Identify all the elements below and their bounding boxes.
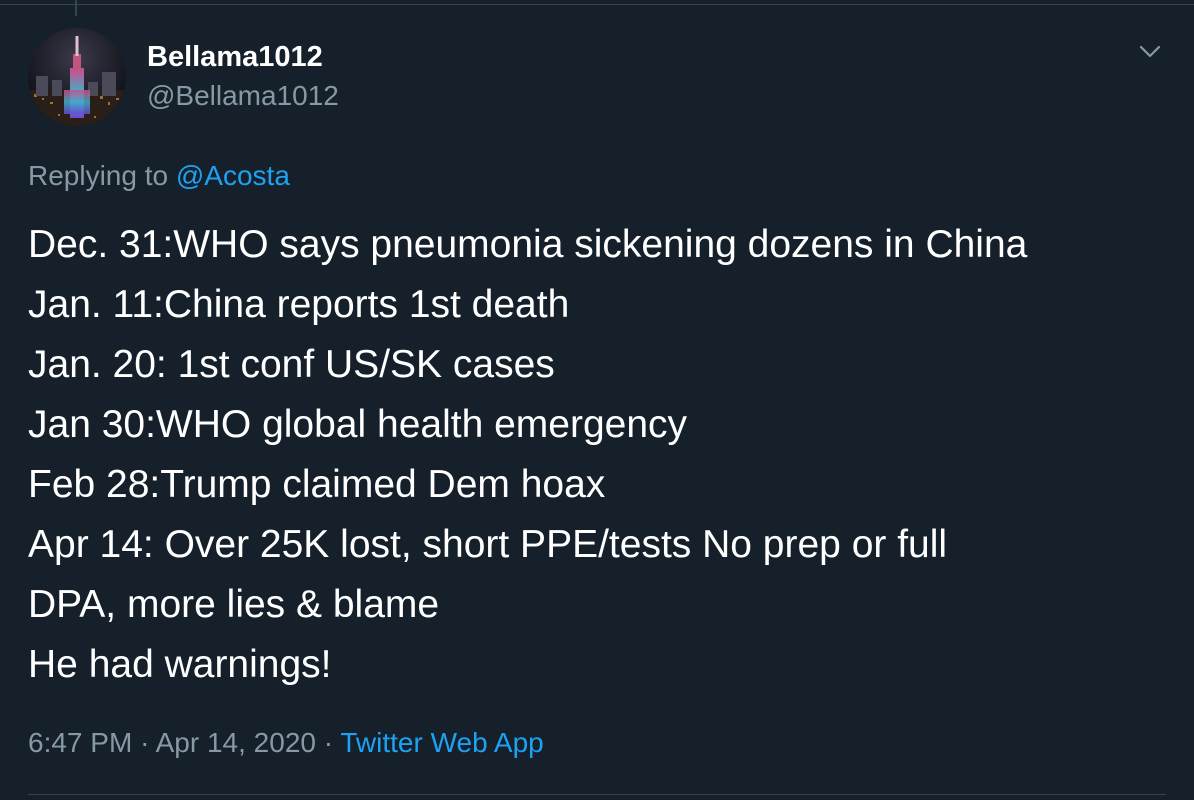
author-display-name[interactable]: Bellama1012 — [147, 40, 323, 74]
chevron-down-icon[interactable] — [1134, 36, 1166, 68]
tweet-text-line: Jan. 20: 1st conf US/SK cases — [28, 343, 555, 386]
tweet-text-line: Jan 30:WHO global health emergency — [28, 403, 688, 446]
tweet-date-link[interactable]: Apr 14, 2020 — [156, 727, 316, 758]
author-handle[interactable]: @Bellama1012 — [147, 80, 339, 112]
avatar[interactable] — [28, 28, 126, 126]
tweet-source-link[interactable]: Twitter Web App — [340, 727, 543, 758]
tweet-metadata: 6:47 PM · Apr 14, 2020 · Twitter Web App — [28, 726, 544, 760]
replying-to-label: Replying to — [28, 160, 169, 191]
tweet-text-line: Apr 14: Over 25K lost, short PPE/tests N… — [28, 523, 948, 566]
tweet-text-line: Jan. 11:China reports 1st death — [28, 283, 570, 326]
tweet-text-line: Feb 28:Trump claimed Dem hoax — [28, 463, 606, 506]
thread-connector-line — [75, 0, 77, 16]
tweet-text-line: DPA, more lies & blame — [28, 583, 440, 626]
tweet-text: Dec. 31:WHO says pneumonia sickening doz… — [28, 215, 1178, 695]
replying-to-line: Replying to @Acosta — [28, 159, 290, 193]
top-divider — [0, 4, 1194, 5]
tweet-time-link[interactable]: 6:47 PM — [28, 727, 132, 758]
tweet-text-line: He had warnings! — [28, 643, 332, 686]
meta-separator: · — [140, 727, 150, 758]
bottom-divider — [28, 794, 1166, 795]
tweet-text-line: Dec. 31:WHO says pneumonia sickening doz… — [28, 223, 1028, 266]
replying-to-mention-link[interactable]: @Acosta — [176, 160, 290, 191]
meta-separator: · — [323, 727, 334, 758]
avatar-image — [28, 28, 126, 126]
